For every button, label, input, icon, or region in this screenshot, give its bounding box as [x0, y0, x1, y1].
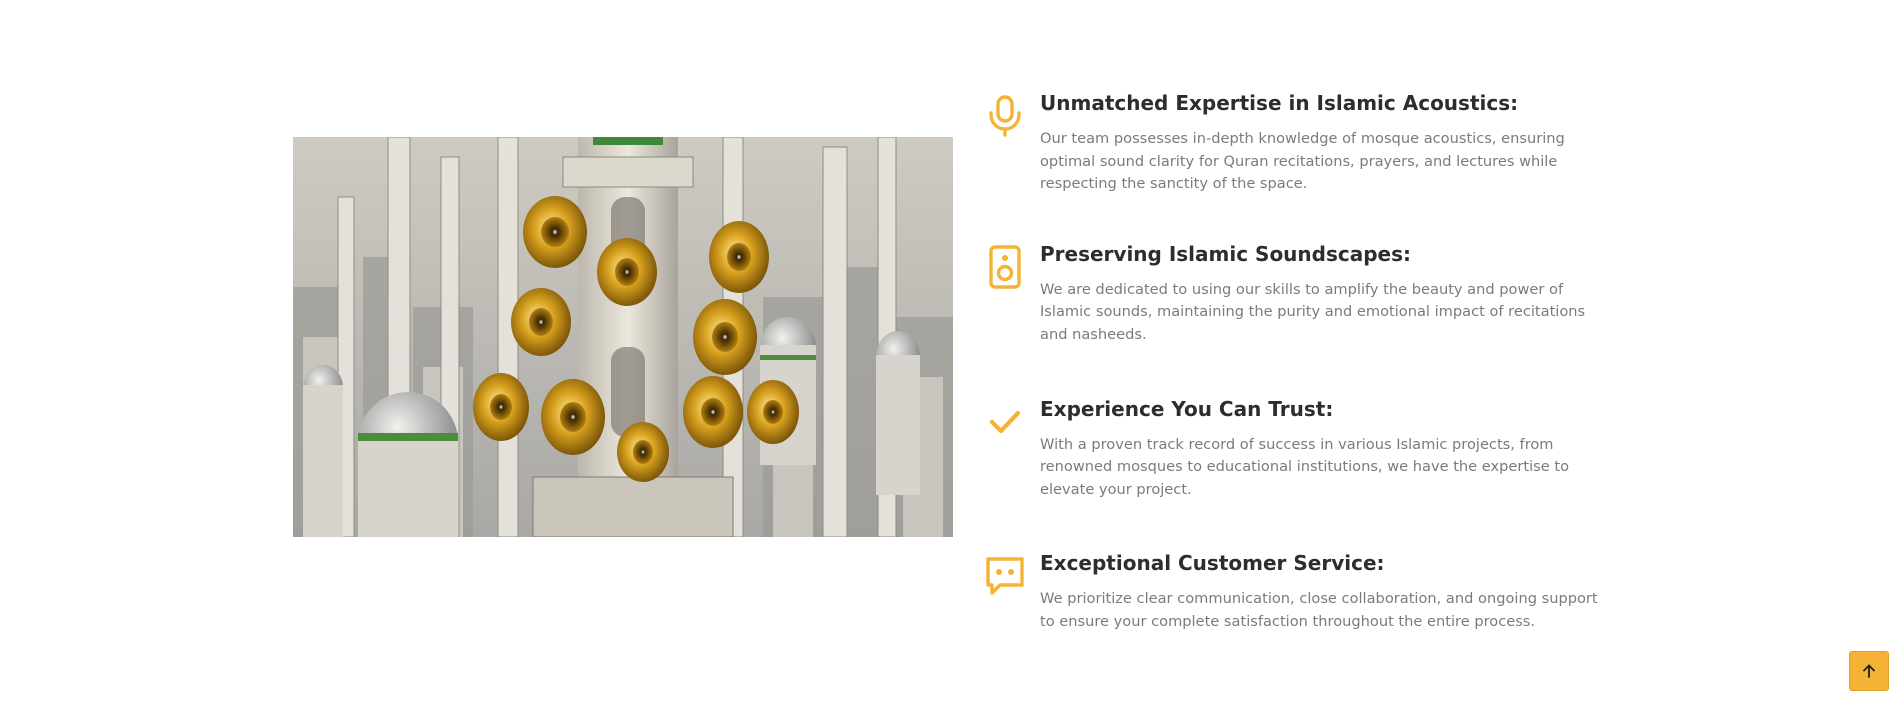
feature-item-experience: Experience You Can Trust: With a proven … — [985, 396, 1605, 502]
feature-description: We prioritize clear communication, close… — [1040, 590, 1598, 630]
feature-item-soundscapes: Preserving Islamic Soundscapes: We are d… — [985, 241, 1605, 347]
feature-list: Unmatched Expertise in Islamic Acoustics… — [985, 90, 1605, 634]
mosque-loudspeakers-image — [293, 137, 953, 537]
chat-icon — [985, 554, 1025, 598]
why-choose-us-section: Unmatched Expertise in Islamic Acoustics… — [0, 0, 1899, 701]
back-to-top-button[interactable] — [1849, 651, 1889, 691]
feature-title: Preserving Islamic Soundscapes: — [1040, 241, 1412, 266]
feature-item-expertise: Unmatched Expertise in Islamic Acoustics… — [985, 90, 1605, 196]
arrow-up-icon — [1861, 663, 1877, 679]
feature-description: Our team possesses in-depth knowledge of… — [1040, 130, 1565, 193]
feature-title: Unmatched Expertise in Islamic Acoustics… — [1040, 91, 1519, 115]
microphone-icon — [985, 94, 1025, 138]
feature-title: Experience You Can Trust: — [1040, 396, 1334, 421]
feature-item-customer-service: Exceptional Customer Service: We priorit… — [985, 550, 1605, 633]
feature-description: With a proven track record of success in… — [1040, 435, 1570, 498]
feature-description: We are dedicated to using our skills to … — [1040, 280, 1586, 343]
speaker-icon — [985, 245, 1025, 289]
check-icon — [985, 400, 1025, 444]
feature-title: Exceptional Customer Service: — [1040, 551, 1385, 576]
